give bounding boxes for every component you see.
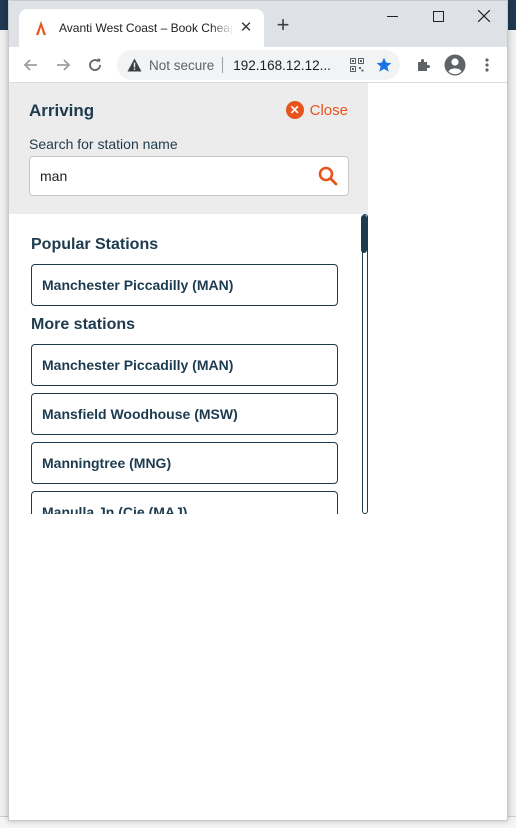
close-label: Close bbox=[309, 101, 348, 119]
security-status: Not secure bbox=[149, 57, 215, 73]
qr-code-icon[interactable] bbox=[350, 58, 366, 72]
browser-window: Avanti West Coast – Book Cheap ✕ + Not s… bbox=[8, 0, 508, 821]
maximize-button[interactable] bbox=[415, 1, 461, 31]
avanti-logo-icon bbox=[33, 20, 49, 36]
results-scrollbar[interactable] bbox=[361, 214, 368, 514]
profile-avatar-icon[interactable] bbox=[441, 51, 469, 79]
close-circle-icon: ✕ bbox=[285, 101, 304, 119]
extensions-icon[interactable] bbox=[409, 51, 437, 79]
station-option[interactable]: Manchester Piccadilly (MAN) bbox=[31, 344, 338, 386]
page-viewport: Arriving ✕ Close Search for station name… bbox=[9, 83, 507, 820]
station-search-panel: Arriving ✕ Close Search for station name… bbox=[9, 83, 368, 514]
search-label: Search for station name bbox=[29, 136, 178, 152]
station-option[interactable]: Mansfield Woodhouse (MSW) bbox=[31, 393, 338, 435]
more-stations-heading: More stations bbox=[31, 316, 136, 333]
station-option[interactable]: Manulla Jn (Cie (MAJ) bbox=[31, 491, 338, 514]
window-close-button[interactable] bbox=[461, 1, 507, 31]
browser-toolbar: Not secure 192.168.12.12... bbox=[9, 47, 507, 83]
station-results-list[interactable]: Popular Stations Manchester Piccadilly (… bbox=[9, 214, 368, 514]
bookmark-star-icon[interactable] bbox=[376, 57, 392, 73]
station-option[interactable]: Manchester Piccadilly (MAN) bbox=[31, 264, 338, 306]
station-search-input[interactable] bbox=[40, 168, 318, 184]
station-option[interactable]: Manningtree (MNG) bbox=[31, 442, 338, 484]
panel-header: Arriving ✕ Close Search for station name bbox=[9, 83, 368, 214]
menu-kebab-icon[interactable] bbox=[473, 51, 501, 79]
back-icon[interactable] bbox=[17, 51, 45, 79]
warning-icon[interactable] bbox=[127, 58, 143, 72]
tab-title: Avanti West Coast – Book Cheap bbox=[59, 21, 232, 35]
station-search-box[interactable] bbox=[29, 156, 349, 196]
url-text: 192.168.12.12... bbox=[233, 57, 331, 73]
forward-icon[interactable] bbox=[49, 51, 77, 79]
popular-stations-heading: Popular Stations bbox=[31, 236, 159, 253]
minimize-button[interactable] bbox=[369, 1, 415, 31]
scrollbar-thumb[interactable] bbox=[361, 215, 367, 253]
browser-tab[interactable]: Avanti West Coast – Book Cheap ✕ bbox=[19, 9, 264, 47]
address-bar[interactable]: Not secure 192.168.12.12... bbox=[117, 50, 400, 80]
search-icon[interactable] bbox=[318, 166, 338, 186]
tab-strip: Avanti West Coast – Book Cheap ✕ + bbox=[9, 1, 507, 47]
close-button[interactable]: ✕ Close bbox=[285, 101, 348, 119]
new-tab-button[interactable]: + bbox=[271, 13, 295, 37]
reload-icon[interactable] bbox=[81, 51, 109, 79]
tab-close-icon[interactable]: ✕ bbox=[238, 20, 254, 36]
